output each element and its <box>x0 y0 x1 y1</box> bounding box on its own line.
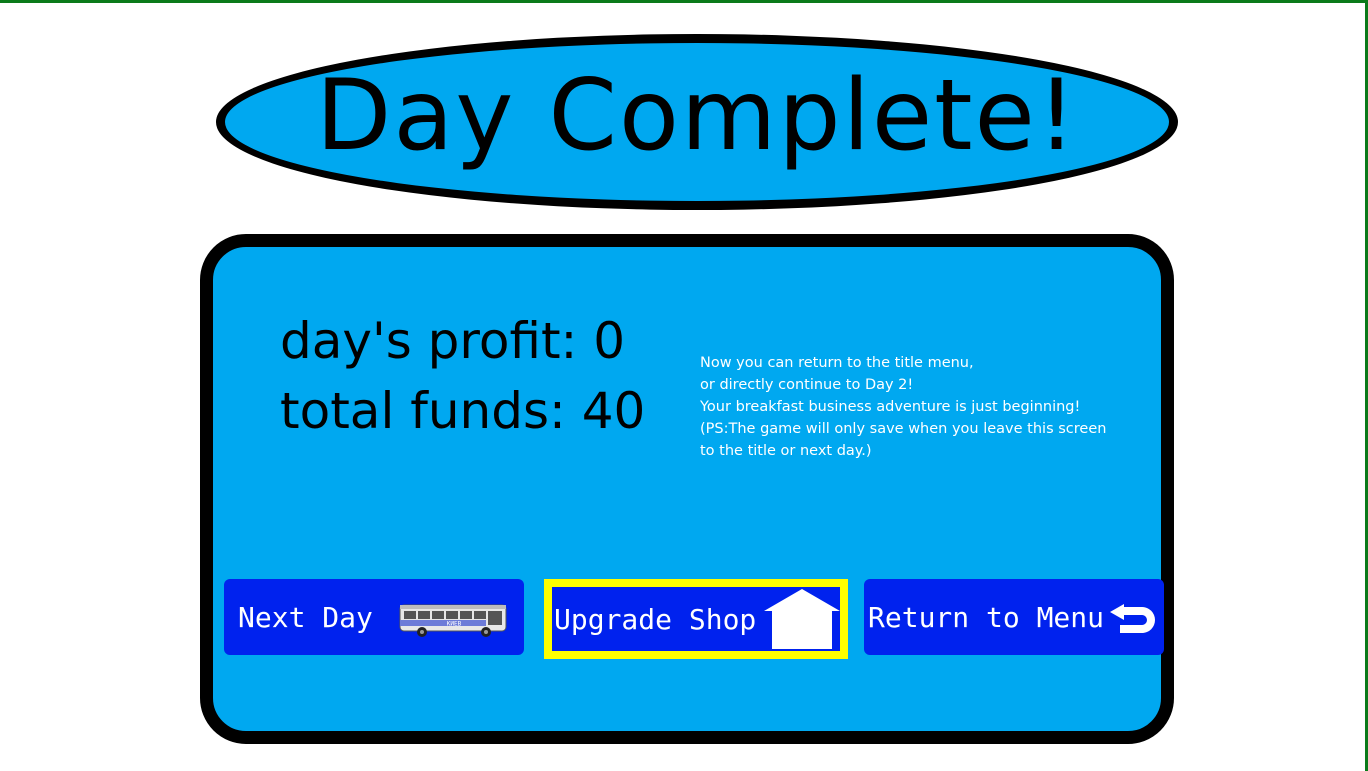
message-line: to the title or next day.) <box>700 443 872 459</box>
message-line: (PS:The game will only save when you lea… <box>700 421 1107 437</box>
title-banner: Day Complete! <box>216 34 1178 210</box>
message-line: or directly continue to Day 2! <box>700 377 914 393</box>
message-line: Now you can return to the title menu, <box>700 355 974 371</box>
message-line: Your breakfast business adventure is jus… <box>700 399 1081 415</box>
total-funds-text: total funds: 40 <box>280 382 646 440</box>
svg-text:КИЕВ: КИЕВ <box>447 621 462 628</box>
return-to-menu-label: Return to Menu <box>868 600 1105 634</box>
page-title: Day Complete! <box>315 59 1079 173</box>
stats-block: day's profit: 0 total funds: 40 <box>280 306 645 446</box>
return-arrow-icon <box>1110 604 1155 633</box>
house-icon <box>764 589 840 649</box>
return-to-menu-button[interactable]: Return to Menu <box>864 579 1164 655</box>
upgrade-shop-label: Upgrade Shop <box>554 602 757 636</box>
upgrade-shop-button[interactable]: Upgrade Shop <box>544 579 848 659</box>
days-profit-text: day's profit: 0 <box>280 312 626 370</box>
window-frame-top <box>0 0 1368 3</box>
info-message: Now you can return to the title menu, or… <box>700 352 1140 462</box>
next-day-button[interactable]: Next Day КИЕВ <box>224 579 524 655</box>
bus-icon: КИЕВ <box>399 604 507 637</box>
next-day-label: Next Day <box>238 600 373 634</box>
